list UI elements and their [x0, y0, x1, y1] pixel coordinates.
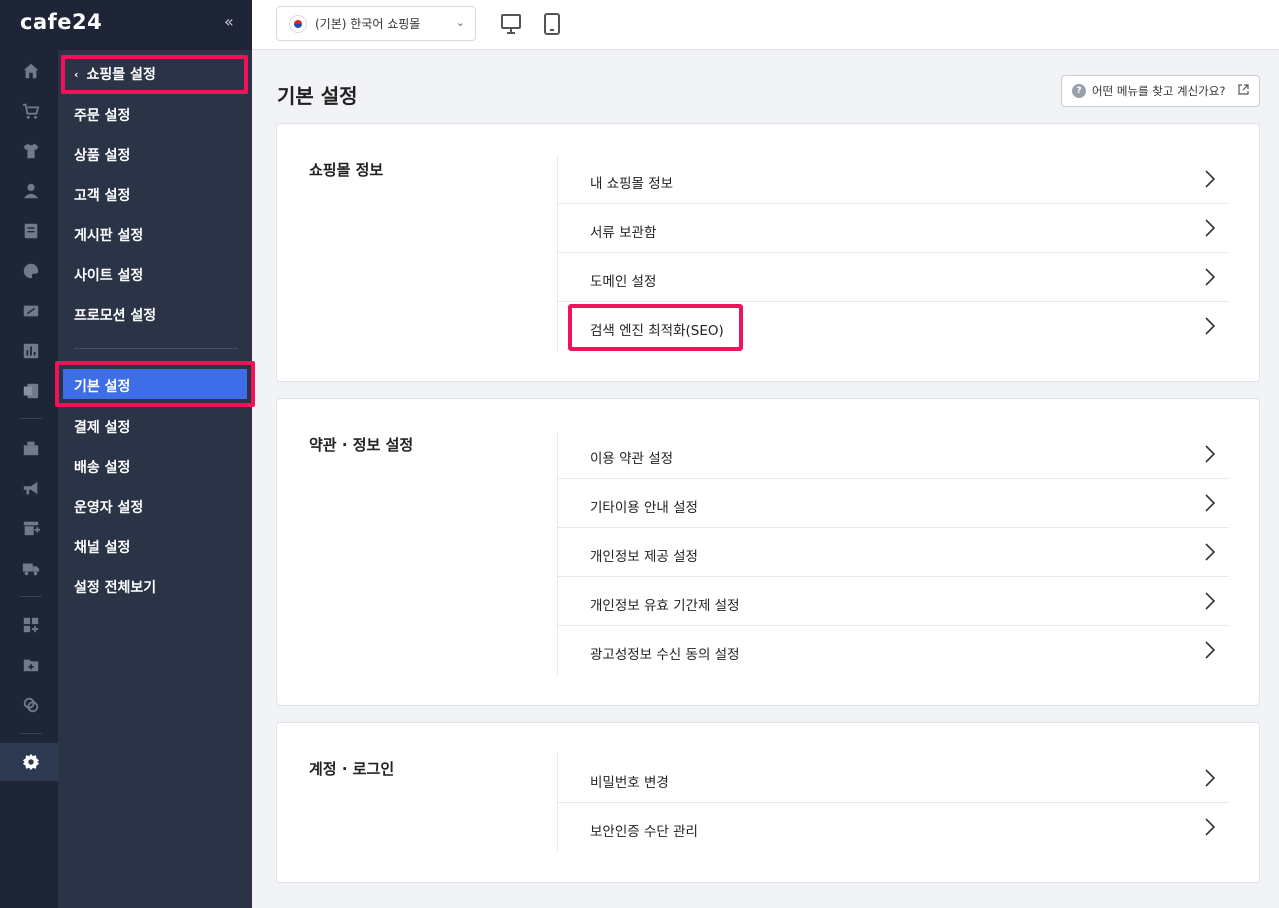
help-label: 어떤 메뉴를 찾고 계신가요? — [1092, 84, 1226, 98]
section-card-shop-info: 쇼핑몰 정보 내 쇼핑몰 정보 서류 보관함 도메인 설정 검색 엔진 최적화(… — [276, 123, 1260, 382]
user-icon[interactable] — [21, 181, 41, 201]
sidebar-divider — [74, 348, 238, 349]
list-item-label: 도메인 설정 — [590, 274, 657, 290]
chevron-right-icon — [1205, 818, 1216, 836]
list-item[interactable]: 개인정보 유효 기간제 설정 — [558, 577, 1229, 626]
add-store-icon[interactable] — [21, 518, 41, 538]
desktop-icon[interactable] — [500, 12, 522, 36]
topbar: (기본) 한국어 쇼핑몰 ⌄ — [252, 0, 1279, 50]
sidebar-item-board[interactable]: 게시판 설정 — [74, 225, 143, 245]
chevron-right-icon — [1205, 219, 1216, 237]
section-title: 약관 · 정보 설정 — [309, 436, 414, 454]
sidebar-item-product[interactable]: 상품 설정 — [74, 145, 130, 165]
question-icon: ? — [1072, 84, 1086, 98]
megaphone-icon[interactable] — [21, 478, 41, 498]
section-title: 쇼핑몰 정보 — [309, 161, 384, 179]
apps-icon[interactable] — [21, 615, 41, 635]
gear-icon[interactable] — [21, 752, 41, 772]
external-link-icon — [1238, 84, 1249, 95]
list-item[interactable]: 비밀번호 변경 — [558, 754, 1229, 803]
sidebar-item-payment[interactable]: 결제 설정 — [74, 417, 130, 437]
section-card-account: 계정 · 로그인 비밀번호 변경 보안인증 수단 관리 — [276, 722, 1260, 883]
rail-divider — [20, 418, 42, 419]
excel-icon[interactable] — [21, 381, 41, 401]
brand-header: cafe24 « — [0, 0, 252, 50]
icon-rail — [0, 0, 58, 908]
chart-icon[interactable] — [21, 341, 41, 361]
list-item-label: 기타이용 안내 설정 — [590, 500, 698, 516]
help-search-button[interactable]: ? 어떤 메뉴를 찾고 계신가요? — [1061, 75, 1260, 107]
store-icon[interactable] — [21, 438, 41, 458]
list-item-label: 서류 보관함 — [590, 225, 657, 241]
sidebar-back-link[interactable]: ‹ 쇼핑몰 설정 — [74, 64, 156, 84]
link-icon[interactable] — [21, 695, 41, 715]
mobile-icon[interactable] — [541, 12, 563, 36]
sidebar-item-operator[interactable]: 운영자 설정 — [74, 497, 143, 517]
section-title: 계정 · 로그인 — [309, 760, 395, 778]
chevron-left-icon: ‹ — [74, 67, 79, 81]
sidebar-item-promotion[interactable]: 프로모션 설정 — [74, 305, 156, 325]
truck-icon[interactable] — [21, 558, 41, 578]
double-chevron-left-icon[interactable]: « — [224, 12, 234, 31]
cart-icon[interactable] — [21, 101, 41, 121]
list-item-label: 비밀번호 변경 — [590, 775, 669, 791]
chevron-right-icon — [1205, 445, 1216, 463]
shirt-icon[interactable] — [21, 141, 41, 161]
sidebar-item-basic-active[interactable]: 기본 설정 — [74, 376, 130, 396]
list-item[interactable]: 개인정보 제공 설정 — [558, 528, 1229, 577]
board-icon[interactable] — [21, 221, 41, 241]
list-item-label: 개인정보 유효 기간제 설정 — [590, 598, 740, 614]
folder-add-icon[interactable] — [21, 655, 41, 675]
chevron-right-icon — [1205, 494, 1216, 512]
sidebar-item-customer[interactable]: 고객 설정 — [74, 185, 130, 205]
list-item[interactable]: 광고성정보 수신 동의 설정 — [558, 626, 1229, 675]
list-item[interactable]: 보안인증 수단 관리 — [558, 803, 1229, 852]
sidebar-item-channel[interactable]: 채널 설정 — [74, 537, 130, 557]
list-item[interactable]: 도메인 설정 — [558, 253, 1229, 302]
rail-divider — [20, 733, 42, 734]
section-card-terms: 약관 · 정보 설정 이용 약관 설정 기타이용 안내 설정 개인정보 제공 설… — [276, 398, 1260, 706]
korea-flag-icon — [289, 14, 307, 33]
chevron-right-icon — [1205, 769, 1216, 787]
list-item-label: 내 쇼핑몰 정보 — [590, 176, 674, 192]
store-select-value: (기본) 한국어 쇼핑몰 — [315, 17, 421, 31]
chevron-right-icon — [1205, 268, 1216, 286]
chevron-right-icon — [1205, 543, 1216, 561]
page-title: 기본 설정 — [277, 84, 358, 108]
sidebar-back-label: 쇼핑몰 설정 — [86, 67, 156, 83]
sidebar-item-shipping[interactable]: 배송 설정 — [74, 457, 130, 477]
chevron-right-icon — [1205, 641, 1216, 659]
list-item[interactable]: 서류 보관함 — [558, 204, 1229, 253]
chevron-right-icon — [1205, 317, 1216, 335]
list-item-label: 이용 약관 설정 — [590, 451, 674, 467]
sidebar-item-view-all[interactable]: 설정 전체보기 — [74, 577, 156, 597]
cafe24-logo: cafe24 — [20, 10, 103, 34]
chevron-down-icon: ⌄ — [455, 16, 465, 29]
rail-divider — [20, 596, 42, 597]
settings-sidebar: ‹ 쇼핑몰 설정 주문 설정 상품 설정 고객 설정 게시판 설정 사이트 설정… — [55, 50, 255, 908]
sidebar-item-order[interactable]: 주문 설정 — [74, 105, 130, 125]
promotion-icon[interactable] — [21, 301, 41, 321]
chevron-right-icon — [1205, 170, 1216, 188]
list-item-label: 광고성정보 수신 동의 설정 — [590, 647, 740, 663]
sidebar-item-site[interactable]: 사이트 설정 — [74, 265, 143, 285]
chevron-right-icon — [1205, 592, 1216, 610]
palette-icon[interactable] — [21, 261, 41, 281]
store-select[interactable]: (기본) 한국어 쇼핑몰 ⌄ — [276, 6, 476, 41]
list-item-label: 개인정보 제공 설정 — [590, 549, 698, 565]
list-item[interactable]: 이용 약관 설정 — [558, 430, 1229, 479]
list-item[interactable]: 기타이용 안내 설정 — [558, 479, 1229, 528]
seo-highlight-box — [568, 304, 743, 351]
home-icon[interactable] — [21, 61, 41, 81]
list-item-label: 보안인증 수단 관리 — [590, 824, 698, 840]
list-item[interactable]: 내 쇼핑몰 정보 — [558, 155, 1229, 204]
